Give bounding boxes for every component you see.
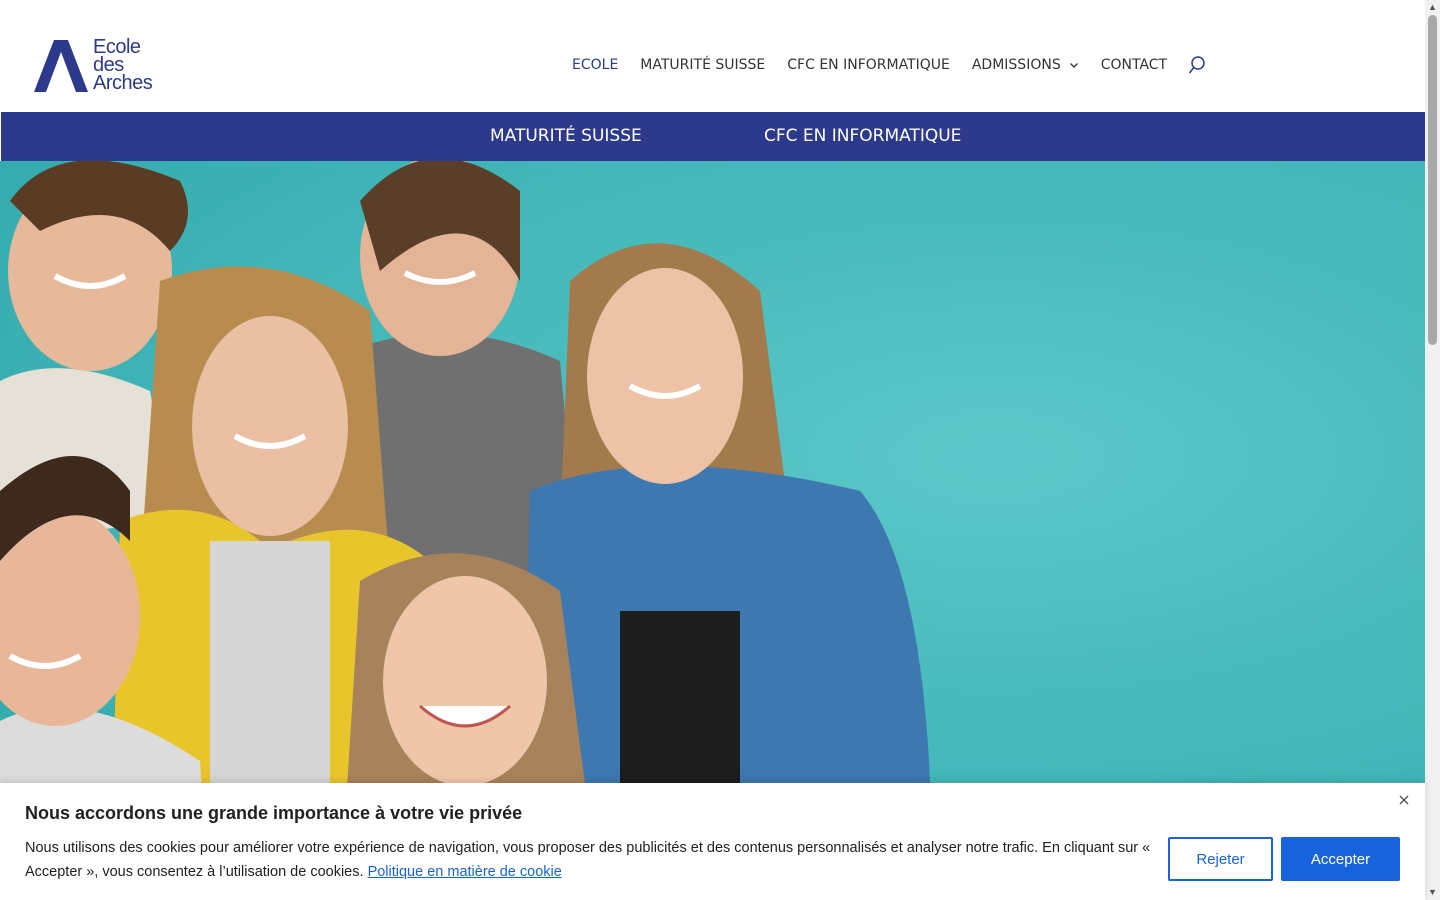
scroll-up-arrow-icon[interactable]: ▲	[1425, 0, 1440, 15]
cookie-text: Nous utilisons des cookies pour améliore…	[25, 840, 1151, 880]
subnav-link-maturite-suisse[interactable]: MATURITÉ SUISSE	[490, 126, 642, 146]
search-icon[interactable]	[1187, 55, 1207, 75]
accept-button[interactable]: Accepter	[1281, 837, 1400, 881]
reject-button[interactable]: Rejeter	[1168, 837, 1273, 881]
nav-item-cfc-informatique[interactable]: CFC EN INFORMATIQUE	[787, 57, 950, 73]
site-header: Ecole des Arches ECOLE MATURITÉ SUISSE C…	[0, 0, 1425, 112]
cookie-title: Nous accordons une grande importance à v…	[25, 803, 523, 823]
nav-item-contact[interactable]: CONTACT	[1101, 57, 1167, 73]
nav-item-admissions[interactable]: ADMISSIONS	[972, 57, 1079, 73]
logo-arch-icon	[34, 40, 88, 92]
page-scrollbar[interactable]: ▲ ▼	[1425, 0, 1440, 900]
close-icon[interactable]	[1397, 793, 1411, 807]
cookie-description: Nous utilisons des cookies pour améliore…	[25, 836, 1155, 884]
main-nav: ECOLE MATURITÉ SUISSE CFC EN INFORMATIQU…	[572, 54, 1207, 76]
logo-text: Ecole des Arches	[93, 37, 153, 94]
logo[interactable]: Ecole des Arches	[34, 37, 174, 94]
nav-item-label: ADMISSIONS	[971, 57, 1061, 73]
chevron-down-icon	[1069, 63, 1078, 68]
scroll-down-arrow-icon[interactable]: ▼	[1425, 885, 1440, 900]
nav-item-maturite-suisse[interactable]: MATURITÉ SUISSE	[640, 57, 765, 73]
logo-line: Arches	[93, 72, 153, 94]
secondary-nav: MATURITÉ SUISSE CFC EN INFORMATIQUE	[1, 112, 1425, 161]
nav-item-ecole[interactable]: ECOLE	[572, 57, 618, 73]
cookie-banner: Nous accordons une grande importance à v…	[0, 783, 1425, 900]
cookie-policy-link[interactable]: Politique en matière de cookie	[368, 864, 562, 880]
scroll-thumb[interactable]	[1428, 15, 1437, 345]
subnav-link-cfc-informatique[interactable]: CFC EN INFORMATIQUE	[764, 126, 961, 146]
